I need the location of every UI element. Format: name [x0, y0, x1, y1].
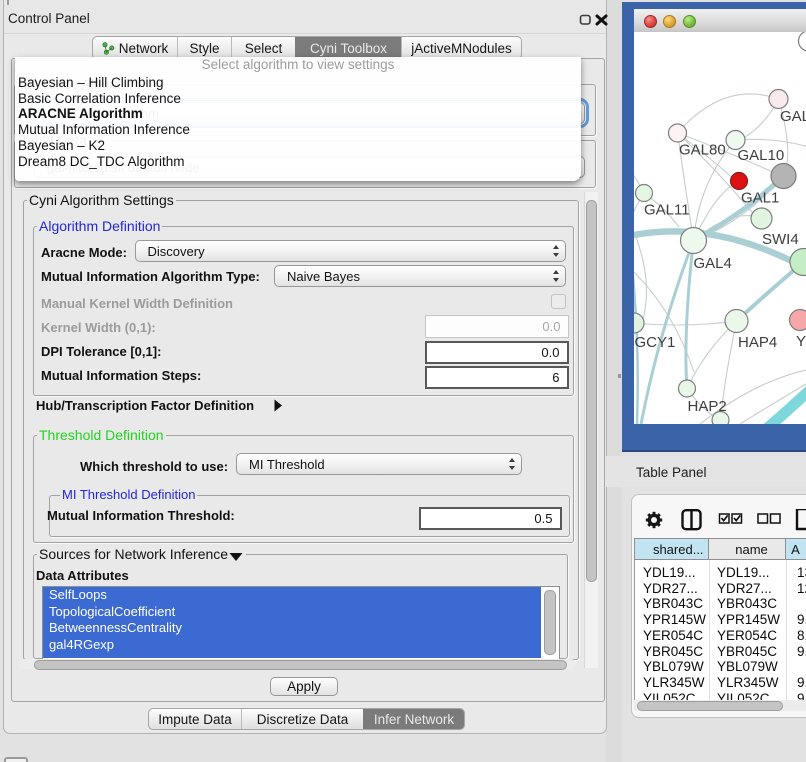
svg-text:HAP2: HAP2 — [687, 398, 726, 415]
svg-text:HAP4: HAP4 — [738, 334, 777, 351]
svg-text:GAL80: GAL80 — [679, 142, 726, 159]
svg-text:GAL1: GAL1 — [741, 190, 779, 207]
svg-text:GCY1: GCY1 — [634, 334, 675, 351]
svg-text:GAL11: GAL11 — [644, 202, 690, 219]
svg-text:GAL: GAL — [780, 108, 806, 125]
svg-text:Y: Y — [796, 333, 806, 350]
svg-text:SWI4: SWI4 — [762, 231, 799, 248]
svg-text:GAL10: GAL10 — [737, 147, 784, 164]
svg-text:GAL4: GAL4 — [693, 255, 731, 272]
